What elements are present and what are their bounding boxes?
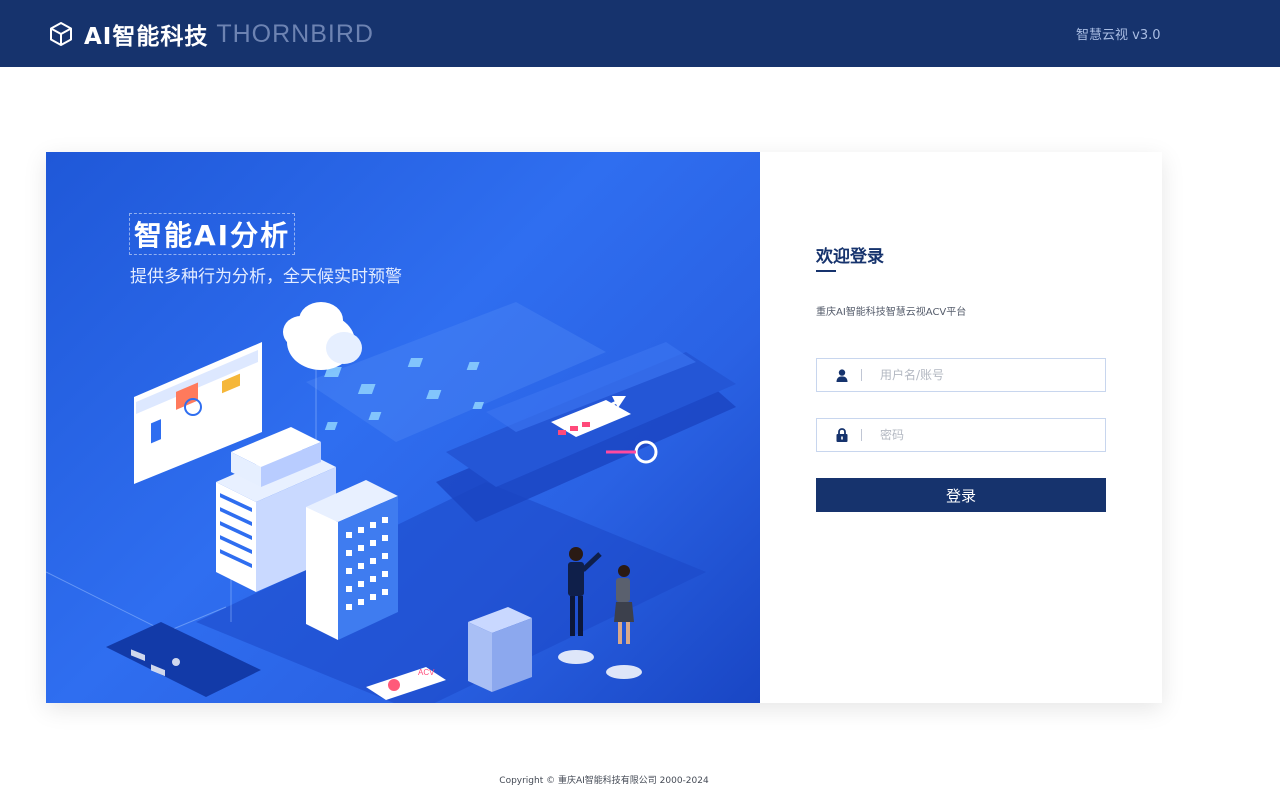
username-input[interactable]: [880, 360, 1105, 390]
login-form-panel: 欢迎登录 重庆AI智能科技智慧云视ACV平台 用户名/账号 登录: [816, 152, 1162, 703]
user-icon: [835, 368, 849, 382]
cloud-icon: [283, 302, 362, 370]
password-field[interactable]: [816, 418, 1106, 452]
brand[interactable]: AI智能科技 THORNBIRD: [48, 18, 374, 50]
product-version: 智慧云视 v3.0: [1076, 28, 1161, 43]
login-card: ACV 智能AI分析 提供多种行为分析，全天候实时预警 欢迎登录 重庆AI智能科…: [46, 152, 1162, 703]
field-separator: [861, 429, 862, 441]
field-separator: [861, 369, 862, 381]
platform-description: 重庆AI智能科技智慧云视ACV平台: [816, 307, 967, 318]
lock-icon: [835, 428, 849, 442]
username-field[interactable]: [816, 358, 1106, 392]
cube-logo-icon: [48, 21, 74, 47]
brand-name: AI智能科技: [84, 24, 209, 50]
top-navigation-bar: AI智能科技 THORNBIRD 智慧云视 v3.0: [0, 0, 1280, 67]
hero-illustration-panel: ACV 智能AI分析 提供多种行为分析，全天候实时预警: [46, 152, 760, 703]
login-button[interactable]: 登录: [816, 478, 1106, 512]
hero-subtitle: 提供多种行为分析，全天候实时预警: [130, 267, 402, 287]
copyright-footer: Copyright © 重庆AI智能科技有限公司 2000-2024: [499, 776, 709, 786]
brand-english-name: THORNBIRD: [216, 19, 374, 48]
hero-title: 智能AI分析: [128, 213, 296, 255]
hero-tag-text: ACV: [418, 668, 435, 677]
login-title: 欢迎登录: [816, 247, 884, 267]
title-underline: [816, 270, 836, 272]
password-input[interactable]: [880, 420, 1105, 450]
